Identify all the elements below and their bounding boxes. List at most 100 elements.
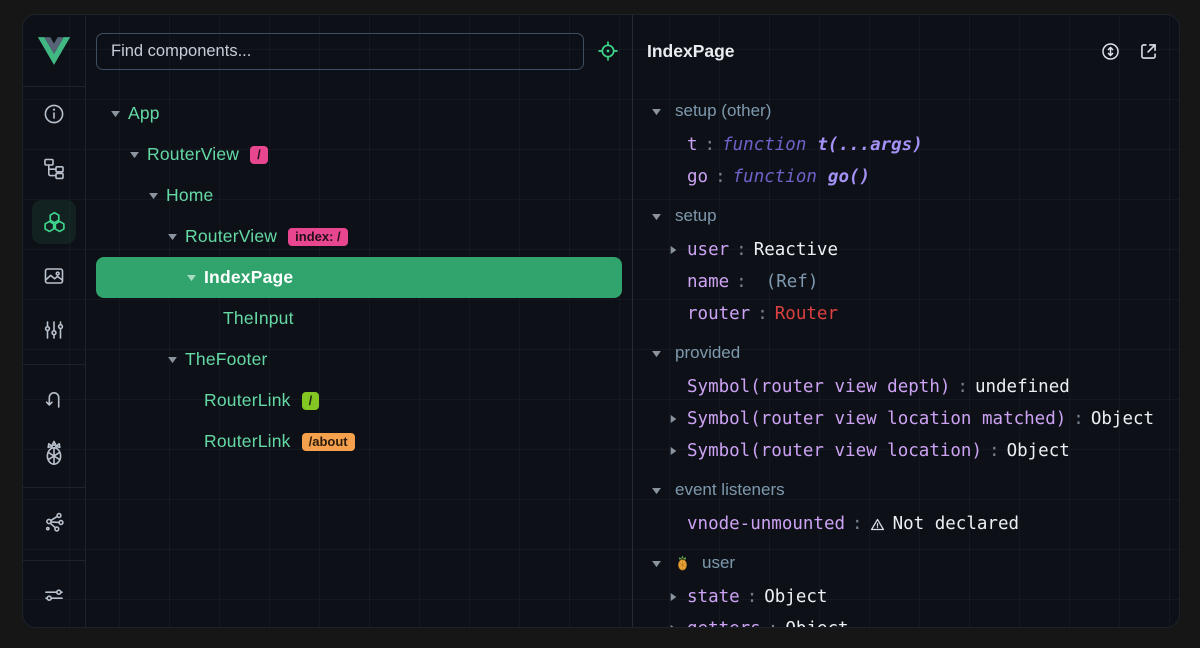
sidebar-item-component-tree[interactable]: [32, 146, 76, 190]
collapse-arrow-icon[interactable]: [651, 558, 665, 569]
inspector-title: IndexPage: [647, 41, 1083, 62]
section-header[interactable]: user: [651, 545, 1179, 581]
scroll-to-component-icon[interactable]: [1100, 41, 1121, 62]
section-title: event listeners: [675, 480, 785, 500]
component-name: IndexPage: [204, 267, 293, 288]
sidebar-item-router[interactable]: [32, 377, 76, 421]
warning-icon: [870, 517, 885, 532]
expand-arrow-icon[interactable]: [129, 149, 147, 160]
tree-row-routerview[interactable]: RouterView/: [96, 134, 622, 175]
component-name: RouterLink: [204, 390, 291, 411]
sidebar-divider: [23, 364, 86, 365]
sidebar-divider: [23, 560, 86, 561]
search-input[interactable]: [111, 42, 569, 61]
function-keyword: function: [733, 167, 817, 187]
sidebar-item-timeline[interactable]: [32, 308, 76, 352]
state-item[interactable]: Symbol(router view location):Object: [651, 435, 1179, 467]
tree-row-theinput[interactable]: TheInput: [96, 298, 622, 339]
key-value-separator: :: [729, 272, 754, 292]
state-item[interactable]: user:Reactive: [651, 234, 1179, 266]
state-item: go:functiongo(): [651, 161, 1179, 193]
state-item: router:Router: [651, 298, 1179, 330]
sidebar-nav: [23, 87, 85, 627]
expand-arrow-icon[interactable]: [668, 624, 687, 627]
graph-icon: [42, 510, 66, 534]
section-title: provided: [675, 343, 740, 363]
route-badge: /: [250, 146, 268, 164]
expand-arrow-icon[interactable]: [167, 231, 185, 242]
key-value-separator: :: [950, 377, 975, 397]
tree-row-app[interactable]: App: [96, 93, 622, 134]
state-value: Object: [764, 587, 827, 607]
section-title: setup: [675, 206, 717, 226]
tree-row-thefooter[interactable]: TheFooter: [96, 339, 622, 380]
expand-arrow-icon[interactable]: [148, 190, 166, 201]
component-name: RouterView: [185, 226, 277, 247]
expand-arrow-icon[interactable]: [668, 245, 687, 255]
state-key: name: [687, 272, 729, 292]
collapse-arrow-icon[interactable]: [651, 211, 665, 222]
component-tree-pane: AppRouterView/HomeRouterViewindex: /Inde…: [86, 15, 633, 627]
open-in-editor-icon[interactable]: [1138, 41, 1159, 62]
function-signature: go(): [828, 167, 870, 187]
key-value-separator: :: [740, 587, 765, 607]
state-key: router: [687, 304, 750, 324]
collapse-arrow-icon[interactable]: [651, 106, 665, 117]
state-value: Object: [785, 619, 848, 627]
component-tree-icon: [42, 156, 66, 180]
state-key: Symbol(router view depth): [687, 377, 950, 397]
collapse-arrow-icon[interactable]: [651, 348, 665, 359]
state-value: Object: [1007, 441, 1070, 461]
state-value: Router: [775, 304, 838, 324]
sidebar: [23, 15, 86, 627]
state-value: Not declared: [893, 514, 1019, 534]
sidebar-item-graph[interactable]: [32, 500, 76, 544]
state-item[interactable]: Symbol(router view location matched):Obj…: [651, 403, 1179, 435]
expand-arrow-icon[interactable]: [167, 354, 185, 365]
state-key: user: [687, 240, 729, 260]
sidebar-item-pinia[interactable]: [32, 431, 76, 475]
timeline-icon: [42, 318, 66, 342]
function-signature: t(...args): [817, 135, 922, 155]
collapse-arrow-icon[interactable]: [651, 485, 665, 496]
component-name: App: [128, 103, 160, 124]
section-header[interactable]: event listeners: [651, 472, 1179, 508]
tree-row-home[interactable]: Home: [96, 175, 622, 216]
key-value-separator: :: [729, 240, 754, 260]
vue-devtools-window: AppRouterView/HomeRouterViewindex: /Inde…: [22, 14, 1180, 628]
state-key: vnode-unmounted: [687, 514, 845, 534]
component-name: RouterLink: [204, 431, 291, 452]
expand-arrow-icon[interactable]: [110, 108, 128, 119]
expand-arrow-icon[interactable]: [668, 592, 687, 602]
state-key: Symbol(router view location): [687, 441, 982, 461]
section-header[interactable]: setup (other): [651, 93, 1179, 129]
inspector-body: setup (other)t:functiont(...args)go:func…: [633, 87, 1179, 627]
route-badge: /: [302, 392, 320, 410]
state-value: undefined: [975, 377, 1070, 397]
section-header[interactable]: provided: [651, 335, 1179, 371]
tree-row-routerlink[interactable]: RouterLink /: [96, 380, 622, 421]
inspector-section: setupuser:Reactivename:(Ref)router:Route…: [651, 198, 1179, 330]
section-header[interactable]: setup: [651, 198, 1179, 234]
expand-arrow-icon[interactable]: [186, 272, 204, 283]
state-item[interactable]: getters:Object: [651, 613, 1179, 627]
state-item[interactable]: state:Object: [651, 581, 1179, 613]
function-keyword: function: [722, 135, 806, 155]
sidebar-item-assets[interactable]: [32, 254, 76, 298]
expand-arrow-icon[interactable]: [668, 446, 687, 456]
select-component-target-icon[interactable]: [597, 40, 619, 62]
tree-row-indexpage[interactable]: IndexPage: [96, 257, 622, 298]
sidebar-item-settings[interactable]: [32, 573, 76, 617]
sidebar-item-components[interactable]: [32, 200, 76, 244]
tree-row-routerlink[interactable]: RouterLink/about: [96, 421, 622, 462]
sidebar-item-info[interactable]: [32, 92, 76, 136]
state-item: name: (Ref): [651, 266, 1179, 298]
expand-arrow-icon[interactable]: [668, 414, 687, 424]
state-key: state: [687, 587, 740, 607]
tree-row-routerview[interactable]: RouterViewindex: /: [96, 216, 622, 257]
state-value: (Ref): [766, 272, 819, 292]
vue-logo[interactable]: [23, 15, 85, 87]
inspector-section: event listenersvnode-unmounted:Not decla…: [651, 472, 1179, 540]
search-input-box[interactable]: [96, 33, 584, 70]
pinia-icon: [42, 440, 66, 466]
